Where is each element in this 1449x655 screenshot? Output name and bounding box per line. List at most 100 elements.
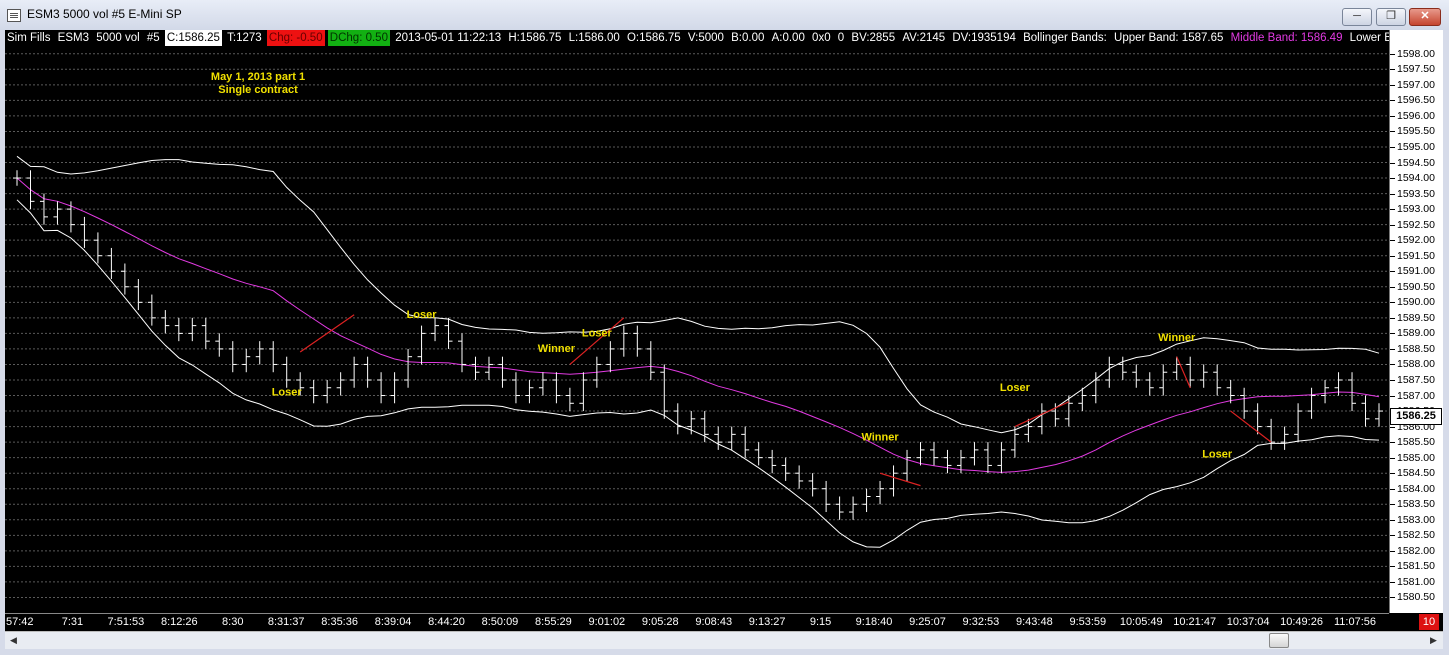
price-tick-mark xyxy=(1390,115,1395,117)
price-tick-mark xyxy=(1390,84,1395,86)
price-tick-mark xyxy=(1390,426,1395,428)
ohlc-bar xyxy=(484,356,493,380)
ohlc-bar xyxy=(1186,356,1195,388)
ohlc-bar xyxy=(282,356,291,388)
maximize-button[interactable]: ❐ xyxy=(1376,8,1406,26)
time-tick-label: 8:12:26 xyxy=(160,616,198,628)
ohlc-bar xyxy=(943,449,952,474)
title-bar[interactable]: ESM3 5000 vol #5 E-Mini SP ─ ❐ ✕ xyxy=(0,0,1449,30)
price-tick-mark xyxy=(1390,535,1395,537)
ohlc-bar xyxy=(13,170,21,186)
time-tick-label: 10:21:47 xyxy=(1173,616,1217,628)
ohlc-bar xyxy=(552,372,561,404)
trade-line xyxy=(1176,356,1191,388)
price-tick-label: 1590.00 xyxy=(1397,296,1435,309)
scroll-thumb[interactable] xyxy=(1269,633,1289,648)
minimize-icon: ─ xyxy=(1353,10,1361,22)
minimize-button[interactable]: ─ xyxy=(1342,8,1372,26)
ohlc-bar xyxy=(538,372,547,396)
trade-annotation: Winner xyxy=(861,432,899,444)
ohlc-bar xyxy=(579,372,588,412)
chart-id-label: #5 xyxy=(146,32,160,44)
price-tick-mark xyxy=(1390,550,1395,552)
price-tick-label: 1591.00 xyxy=(1397,265,1435,278)
symbol-label: ESM3 xyxy=(57,32,89,44)
price-tick-mark xyxy=(1390,364,1395,366)
trade-annotation: Loser xyxy=(1202,449,1233,461)
ohlc-bar xyxy=(269,341,278,373)
ohlc-bar xyxy=(215,333,224,357)
ohlc-bar xyxy=(673,403,682,435)
ohlc-bar xyxy=(1172,356,1181,380)
chart-area[interactable]: May 1, 2013 part 1 Single contract Loser Lo… xyxy=(5,30,1443,631)
ohlc-bar xyxy=(188,317,197,342)
ask-value: A:0.00 xyxy=(771,32,805,44)
price-chart[interactable]: May 1, 2013 part 1Single contract Loser Lo… xyxy=(5,30,1389,613)
time-tick-label: 9:01:02 xyxy=(588,616,626,628)
ohlc-bar xyxy=(471,356,480,380)
price-axis[interactable]: 1598.00 1597.50 1597.00 1596.50 1596.00 1595.… xyxy=(1389,30,1443,613)
restore-icon: ❐ xyxy=(1386,10,1396,22)
price-tick-mark xyxy=(1390,69,1395,71)
time-axis[interactable]: 57:42 7:31 7:51:53 8:12:26 8:30 8:31:37 8:35:3… xyxy=(5,613,1389,631)
bollinger-label: Bollinger Bands: xyxy=(1023,32,1107,44)
price-tick-label: 1597.50 xyxy=(1397,63,1435,76)
time-tick-label: 9:15 xyxy=(809,616,832,628)
price-tick-label: 1580.50 xyxy=(1397,591,1435,604)
size-value: 0x0 xyxy=(812,32,831,44)
ohlc-bar xyxy=(929,442,938,466)
price-tick-label: 1584.00 xyxy=(1397,482,1435,495)
ohlc-bar xyxy=(781,457,790,481)
ohlc-bar xyxy=(970,442,979,466)
horizontal-scrollbar[interactable]: ◀ ▶ xyxy=(5,631,1443,649)
lower-band-line xyxy=(16,199,1380,548)
interval-label: 5000 vol xyxy=(96,32,140,44)
close-button[interactable]: ✕ xyxy=(1409,8,1441,26)
ohlc-bar xyxy=(1307,387,1316,419)
trade-annotation: Loser xyxy=(407,309,438,321)
middle-band-value: Middle Band: 1586.49 xyxy=(1230,32,1343,44)
ohlc-bar xyxy=(565,387,574,412)
price-tick-mark xyxy=(1390,581,1395,583)
ohlc-bar xyxy=(377,372,386,404)
upper-band-line xyxy=(16,155,1380,434)
open-value: O:1586.75 xyxy=(626,32,681,44)
ohlc-bar xyxy=(417,325,426,365)
price-tick-mark xyxy=(1390,333,1395,335)
price-tick-mark xyxy=(1390,457,1395,459)
ohlc-bar xyxy=(511,372,520,404)
time-tick-label: 7:31 xyxy=(61,616,84,628)
time-tick-label: 10:05:49 xyxy=(1119,616,1163,628)
window-icon[interactable] xyxy=(7,9,21,22)
price-tick-label: 1587.50 xyxy=(1397,373,1435,386)
trade-annotation: Loser xyxy=(1000,382,1031,394)
price-tick-label: 1582.00 xyxy=(1397,544,1435,557)
price-tick-label: 1583.50 xyxy=(1397,498,1435,511)
chart-window: ESM3 5000 vol #5 E-Mini SP ─ ❐ ✕ May 1, … xyxy=(0,0,1449,655)
scroll-right-arrow-icon[interactable]: ▶ xyxy=(1426,633,1441,647)
ohlc-bar xyxy=(1321,379,1330,404)
time-tick-label: 10:37:04 xyxy=(1226,616,1270,628)
trade-line xyxy=(879,472,921,487)
ohlc-bar xyxy=(80,216,89,248)
price-tick-mark xyxy=(1390,209,1395,211)
ohlc-bar xyxy=(323,379,332,404)
ohlc-bar xyxy=(309,379,318,404)
ohlc-bar xyxy=(458,333,467,373)
price-tick-label: 1581.50 xyxy=(1397,560,1435,573)
price-tick-mark xyxy=(1390,240,1395,242)
chart-heading-line: May 1, 2013 part 1 xyxy=(211,71,305,83)
ohlc-bar xyxy=(134,279,143,311)
scroll-left-arrow-icon[interactable]: ◀ xyxy=(6,633,21,647)
ohlc-bar xyxy=(714,426,723,450)
ohlc-bar xyxy=(228,341,237,373)
price-tick-mark xyxy=(1390,193,1395,195)
trade-annotation: Loser xyxy=(272,387,303,399)
ohlc-bar xyxy=(606,341,615,373)
price-tick-mark xyxy=(1390,317,1395,319)
ohlc-bar xyxy=(1132,364,1141,388)
time-tick-label: 8:55:29 xyxy=(535,616,572,628)
price-tick-label: 1581.00 xyxy=(1397,575,1435,588)
price-tick-mark xyxy=(1390,504,1395,506)
ohlc-bar xyxy=(862,488,871,513)
